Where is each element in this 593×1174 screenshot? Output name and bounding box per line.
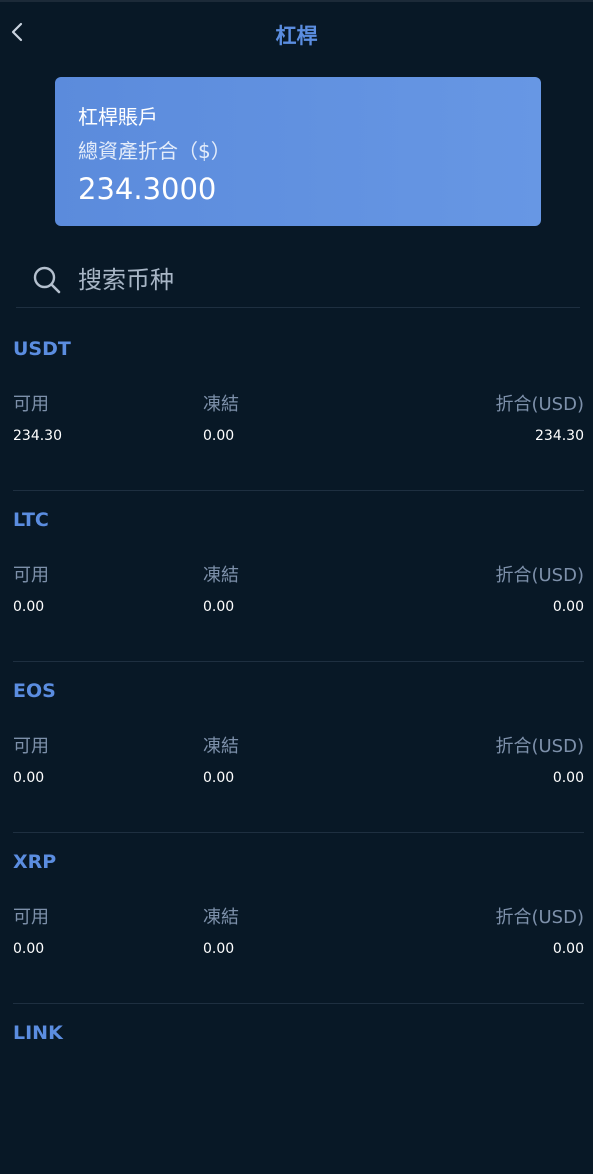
asset-name: EOS bbox=[13, 680, 56, 702]
available-label: 可用 bbox=[13, 736, 49, 757]
asset-item-ltc[interactable]: LTC 可用 凍結 折合(USD) 0.00 0.00 0.00 bbox=[13, 491, 584, 662]
search-input[interactable] bbox=[76, 262, 560, 298]
frozen-value: 0.00 bbox=[203, 428, 235, 444]
header: 杠桿 bbox=[0, 2, 593, 62]
available-label: 可用 bbox=[13, 907, 49, 928]
total-assets-label: 總資產折合（$） bbox=[78, 139, 231, 163]
frozen-value: 0.00 bbox=[203, 599, 235, 615]
equivalent-value: 0.00 bbox=[552, 941, 584, 957]
equivalent-label: 折合(USD) bbox=[495, 907, 584, 928]
asset-item-link[interactable]: LINK bbox=[13, 1004, 584, 1174]
frozen-value: 0.00 bbox=[203, 770, 235, 786]
asset-name: XRP bbox=[13, 851, 57, 873]
asset-item-eos[interactable]: EOS 可用 凍結 折合(USD) 0.00 0.00 0.00 bbox=[13, 662, 584, 833]
available-value: 234.30 bbox=[13, 428, 62, 444]
available-value: 0.00 bbox=[13, 599, 45, 615]
asset-item-xrp[interactable]: XRP 可用 凍結 折合(USD) 0.00 0.00 0.00 bbox=[13, 833, 584, 1004]
frozen-label: 凍結 bbox=[203, 736, 239, 757]
total-assets-value: 234.3000 bbox=[78, 172, 217, 206]
available-label: 可用 bbox=[13, 394, 49, 415]
asset-list: USDT 可用 凍結 折合(USD) 234.30 0.00 234.30 LT… bbox=[13, 320, 584, 1174]
equivalent-value: 0.00 bbox=[552, 599, 584, 615]
equivalent-value: 234.30 bbox=[535, 428, 584, 444]
frozen-label: 凍結 bbox=[203, 565, 239, 586]
account-title: 杠桿賬戶 bbox=[78, 105, 158, 129]
frozen-label: 凍結 bbox=[203, 394, 239, 415]
frozen-label: 凍結 bbox=[203, 907, 239, 928]
search-icon bbox=[32, 265, 62, 295]
asset-name: LTC bbox=[13, 509, 49, 531]
account-summary-card: 杠桿賬戶 總資產折合（$） 234.3000 bbox=[55, 77, 541, 226]
available-value: 0.00 bbox=[13, 770, 45, 786]
equivalent-value: 0.00 bbox=[552, 770, 584, 786]
equivalent-label: 折合(USD) bbox=[495, 565, 584, 586]
equivalent-label: 折合(USD) bbox=[495, 394, 584, 415]
asset-name: LINK bbox=[13, 1022, 63, 1044]
equivalent-label: 折合(USD) bbox=[495, 736, 584, 757]
asset-item-usdt[interactable]: USDT 可用 凍結 折合(USD) 234.30 0.00 234.30 bbox=[13, 320, 584, 491]
frozen-value: 0.00 bbox=[203, 941, 235, 957]
available-value: 0.00 bbox=[13, 941, 45, 957]
asset-name: USDT bbox=[13, 338, 71, 360]
page-title: 杠桿 bbox=[275, 24, 318, 48]
available-label: 可用 bbox=[13, 565, 49, 586]
search-bar bbox=[16, 252, 580, 308]
